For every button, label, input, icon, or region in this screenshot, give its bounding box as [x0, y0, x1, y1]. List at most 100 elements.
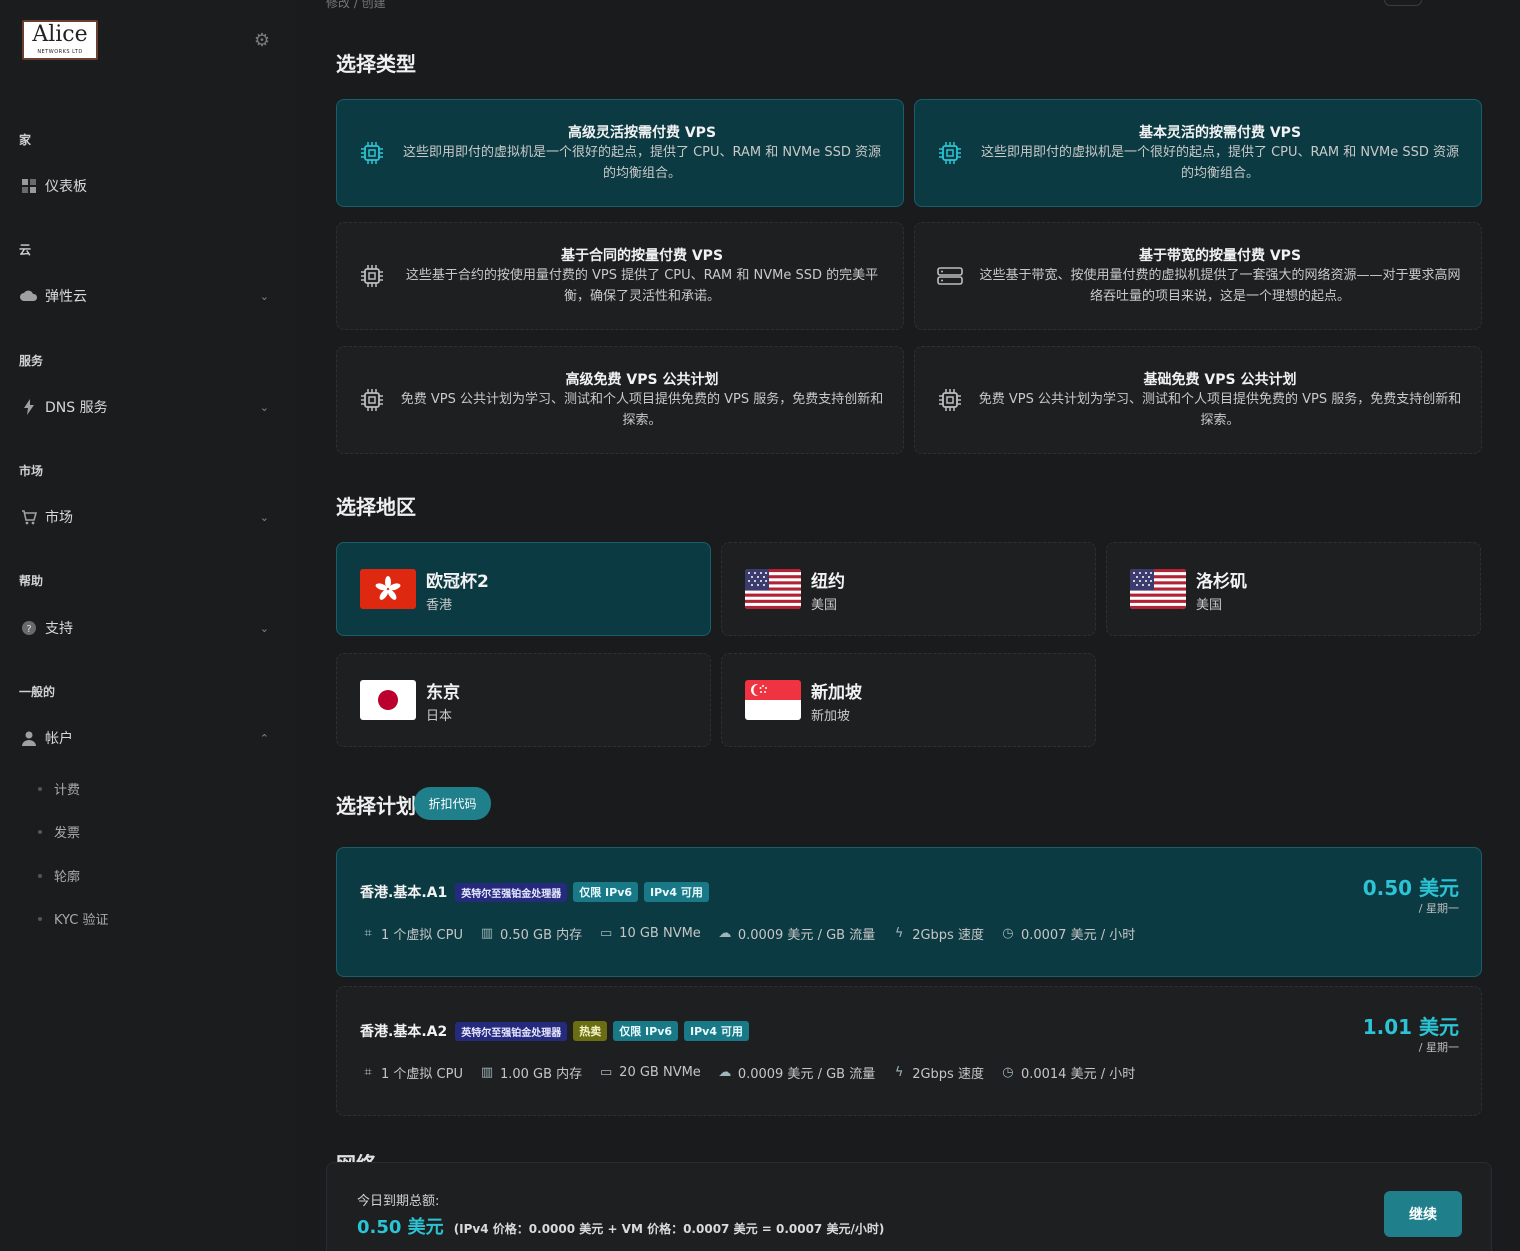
- plan-card-a2[interactable]: 香港.基本.A2 英特尔至强铂金处理器 热卖 仅限 IPv6 IPv4 可用 ⌗…: [336, 986, 1482, 1116]
- chip-icon: ⌗: [364, 926, 372, 941]
- sidebar-item-label: 帐户: [45, 731, 73, 747]
- type-card-contract[interactable]: 基于合同的按量付费 VPS 这些基于合约的按使用量付费的 VPS 提供了 CPU…: [336, 222, 904, 330]
- sidebar-item-dns[interactable]: DNS 服务 ⌄: [19, 395, 269, 419]
- spec-disk: 20 GB NVMe: [619, 1065, 701, 1080]
- section-heading-type: 选择类型: [336, 52, 416, 76]
- sidebar-item-account[interactable]: 帐户 ⌃: [19, 726, 269, 750]
- sidebar-item-label: 仪表板: [45, 179, 87, 195]
- sidebar-subitem-profile[interactable]: 轮廓: [38, 866, 80, 885]
- plan-period: / 星期一: [1418, 1041, 1459, 1054]
- disk-icon: ▭: [600, 1065, 613, 1080]
- plan-specs: ⌗ 1 个虚拟 CPU ▥ 1.00 GB 内存 ▭ 20 GB NVMe ☁ 0.00…: [360, 1063, 1151, 1082]
- spec-cpu: 1 个虚拟 CPU: [381, 1067, 463, 1082]
- sidebar: Alice NETWORKS LTD ⚙ 家 仪表板 云 弹性云 ⌄ 服务 DN…: [0, 0, 296, 1251]
- sidebar-subitem-label: KYC 验证: [54, 913, 109, 928]
- type-card-desc: 这些即用即付的虚拟机是一个很好的起点，提供了 CPU、RAM 和 NVMe SS…: [402, 145, 882, 181]
- sidebar-subitem-label: 计费: [54, 783, 81, 798]
- gear-icon[interactable]: ⚙: [252, 31, 272, 51]
- section-heading-network-text: 网络: [336, 1154, 378, 1162]
- sidebar-subitem-label: 发票: [54, 826, 81, 841]
- chevron-down-icon: ⌄: [259, 289, 269, 303]
- type-card-desc: 这些基于合约的按使用量付费的 VPS 提供了 CPU、RAM 和 NVMe SS…: [405, 268, 879, 304]
- section-title-help: 帮助: [19, 574, 44, 588]
- discount-code-button[interactable]: 折扣代码: [414, 787, 491, 820]
- region-card-ny[interactable]: 纽约 美国: [721, 542, 1096, 636]
- plan-card-a1[interactable]: 香港.基本.A1 英特尔至强铂金处理器 仅限 IPv6 IPv4 可用 ⌗ 1 个…: [336, 847, 1482, 977]
- region-name: 东京: [426, 683, 460, 703]
- dashboard-icon: [19, 177, 39, 195]
- spec-hourly: 0.0014 美元 / 小时: [1020, 1067, 1136, 1082]
- continue-button[interactable]: 继续: [1384, 1191, 1462, 1237]
- sidebar-item-dashboard[interactable]: 仪表板: [19, 174, 269, 198]
- sidebar-subitem-label: 轮廓: [54, 870, 81, 885]
- user-icon: [19, 729, 39, 747]
- section-title-services: 服务: [19, 354, 44, 368]
- sidebar-subitem-kyc[interactable]: KYC 验证: [38, 909, 109, 928]
- spec-speed: 2Gbps 速度: [912, 1067, 984, 1082]
- bullet-icon: [38, 916, 42, 921]
- type-card-premium-free[interactable]: 高级免费 VPS 公共计划 免费 VPS 公共计划为学习、测试和个人项目提供免费…: [336, 346, 904, 454]
- sidebar-subitem-invoices[interactable]: 发票: [38, 822, 80, 841]
- logo-sub: NETWORKS LTD: [37, 49, 83, 55]
- total-detail: (IPv4 价格：0.0000 美元 + VM 价格：0.0007 美元 = 0…: [453, 1222, 885, 1236]
- lightning-icon: ϟ: [894, 1065, 904, 1080]
- type-card-desc: 这些基于带宽、按使用量付费的虚拟机提供了一套强大的网络资源——对于要求高网络吞吐…: [979, 268, 1461, 304]
- spec-speed: 2Gbps 速度: [912, 928, 984, 943]
- type-card-basic-free[interactable]: 基础免费 VPS 公共计划 免费 VPS 公共计划为学习、测试和个人项目提供免费…: [914, 346, 1482, 454]
- chip-icon: [361, 265, 383, 287]
- clock-icon: ◷: [1002, 926, 1014, 941]
- type-card-title: 高级灵活按需付费 VPS: [567, 125, 717, 141]
- region-card-sg[interactable]: 新加坡 新加坡: [721, 653, 1096, 747]
- section-title-general: 一般的: [19, 685, 56, 699]
- lightning-icon: ϟ: [894, 926, 904, 941]
- region-country: 美国: [1196, 598, 1223, 613]
- sg-flag-icon: [745, 680, 801, 720]
- spec-hourly: 0.0007 美元 / 小时: [1020, 928, 1136, 943]
- lightning-icon: [19, 398, 39, 416]
- section-title-cloud: 云: [19, 243, 32, 257]
- plan-specs: ⌗ 1 个虚拟 CPU ▥ 0.50 GB 内存 ▭ 10 GB NVMe ☁ 0.00…: [360, 924, 1151, 943]
- total-row: 0.50 美元 (IPv4 价格：0.0000 美元 + VM 价格：0.000…: [357, 1213, 884, 1239]
- section-title-home: 家: [19, 133, 32, 147]
- section-title-market: 市场: [19, 464, 44, 478]
- spec-traffic: 0.0009 美元 / GB 流量: [737, 1067, 876, 1082]
- sidebar-item-label: DNS 服务: [45, 400, 108, 416]
- type-card-title: 基础免费 VPS 公共计划: [1143, 372, 1297, 388]
- us-flag-icon: [1130, 569, 1186, 609]
- cloud-icon: ☁: [718, 1065, 732, 1080]
- spec-disk: 10 GB NVMe: [619, 926, 701, 941]
- chip-icon: ⌗: [364, 1065, 372, 1080]
- spec-memory: 0.50 GB 内存: [499, 928, 583, 943]
- chip-icon: [361, 389, 383, 411]
- region-card-hk[interactable]: 欧冠杯2 香港: [336, 542, 711, 636]
- type-card-basic-flex[interactable]: 基本灵活的按需付费 VPS 这些即用即付的虚拟机是一个很好的起点，提供了 CPU…: [914, 99, 1482, 207]
- breadcrumb: 修改 / 创建: [326, 0, 386, 10]
- server-icon: [937, 267, 963, 285]
- help-icon: ?: [19, 619, 39, 637]
- bullet-icon: [38, 873, 42, 878]
- type-card-premium-flex[interactable]: 高级灵活按需付费 VPS 这些即用即付的虚拟机是一个很好的起点，提供了 CPU、…: [336, 99, 904, 207]
- ipv4-badge: IPv4 可用: [684, 1021, 749, 1041]
- region-name: 欧冠杯2: [426, 572, 489, 592]
- hot-badge: 热卖: [573, 1021, 608, 1041]
- region-card-tokyo[interactable]: 东京 日本: [336, 653, 711, 747]
- sidebar-item-elastic-cloud[interactable]: 弹性云 ⌄: [19, 284, 269, 308]
- type-card-desc: 这些即用即付的虚拟机是一个很好的起点，提供了 CPU、RAM 和 NVMe SS…: [980, 145, 1460, 181]
- top-toggle-button[interactable]: [1384, 0, 1422, 6]
- region-name: 纽约: [811, 572, 845, 592]
- total-amount: 0.50 美元: [357, 1217, 444, 1238]
- logo[interactable]: Alice NETWORKS LTD: [22, 20, 98, 60]
- plan-name: 香港.基本.A2: [360, 1024, 448, 1040]
- chevron-down-icon: ⌄: [259, 510, 269, 524]
- chip-icon: [361, 142, 383, 164]
- type-card-title: 高级免费 VPS 公共计划: [565, 372, 719, 388]
- sidebar-item-support[interactable]: ? 支持 ⌄: [19, 616, 269, 640]
- chevron-up-icon: ⌃: [259, 731, 269, 745]
- spec-traffic: 0.0009 美元 / GB 流量: [737, 928, 876, 943]
- region-card-la[interactable]: 洛杉矶 美国: [1106, 542, 1481, 636]
- plan-header: 香港.基本.A2 英特尔至强铂金处理器 热卖 仅限 IPv6 IPv4 可用: [360, 1021, 755, 1041]
- type-card-bandwidth[interactable]: 基于带宽的按量付费 VPS 这些基于带宽、按使用量付费的虚拟机提供了一套强大的网…: [914, 222, 1482, 330]
- sidebar-subitem-billing[interactable]: 计费: [38, 779, 80, 798]
- cart-icon: [19, 508, 39, 526]
- sidebar-item-market[interactable]: 市场 ⌄: [19, 505, 269, 529]
